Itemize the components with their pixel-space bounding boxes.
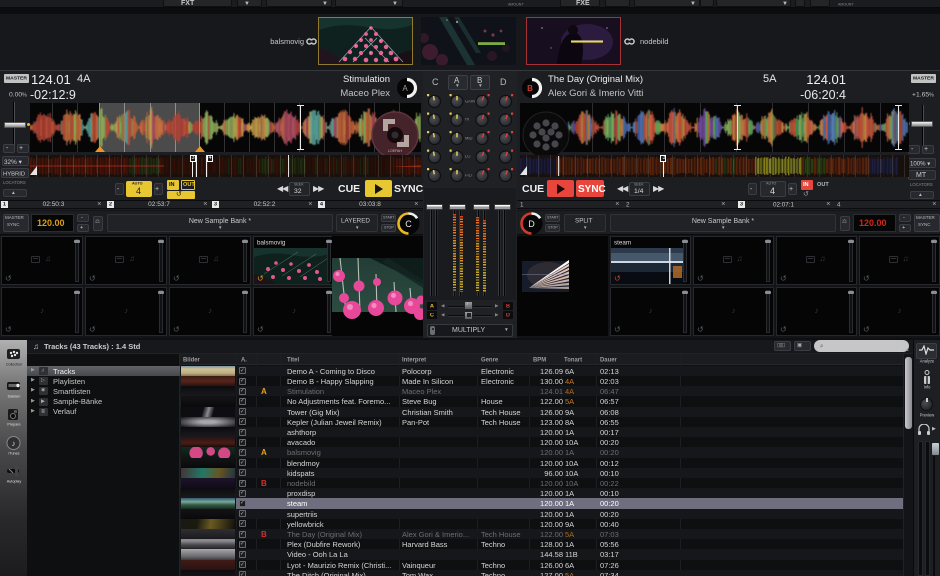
svg-text:♪: ♪: [12, 439, 16, 448]
svg-text:A: A: [402, 84, 408, 93]
svg-text:LOEFAH: LOEFAH: [388, 149, 402, 153]
svg-text:D: D: [528, 219, 535, 229]
svg-text:C: C: [405, 219, 412, 229]
svg-text:B: B: [527, 84, 533, 93]
